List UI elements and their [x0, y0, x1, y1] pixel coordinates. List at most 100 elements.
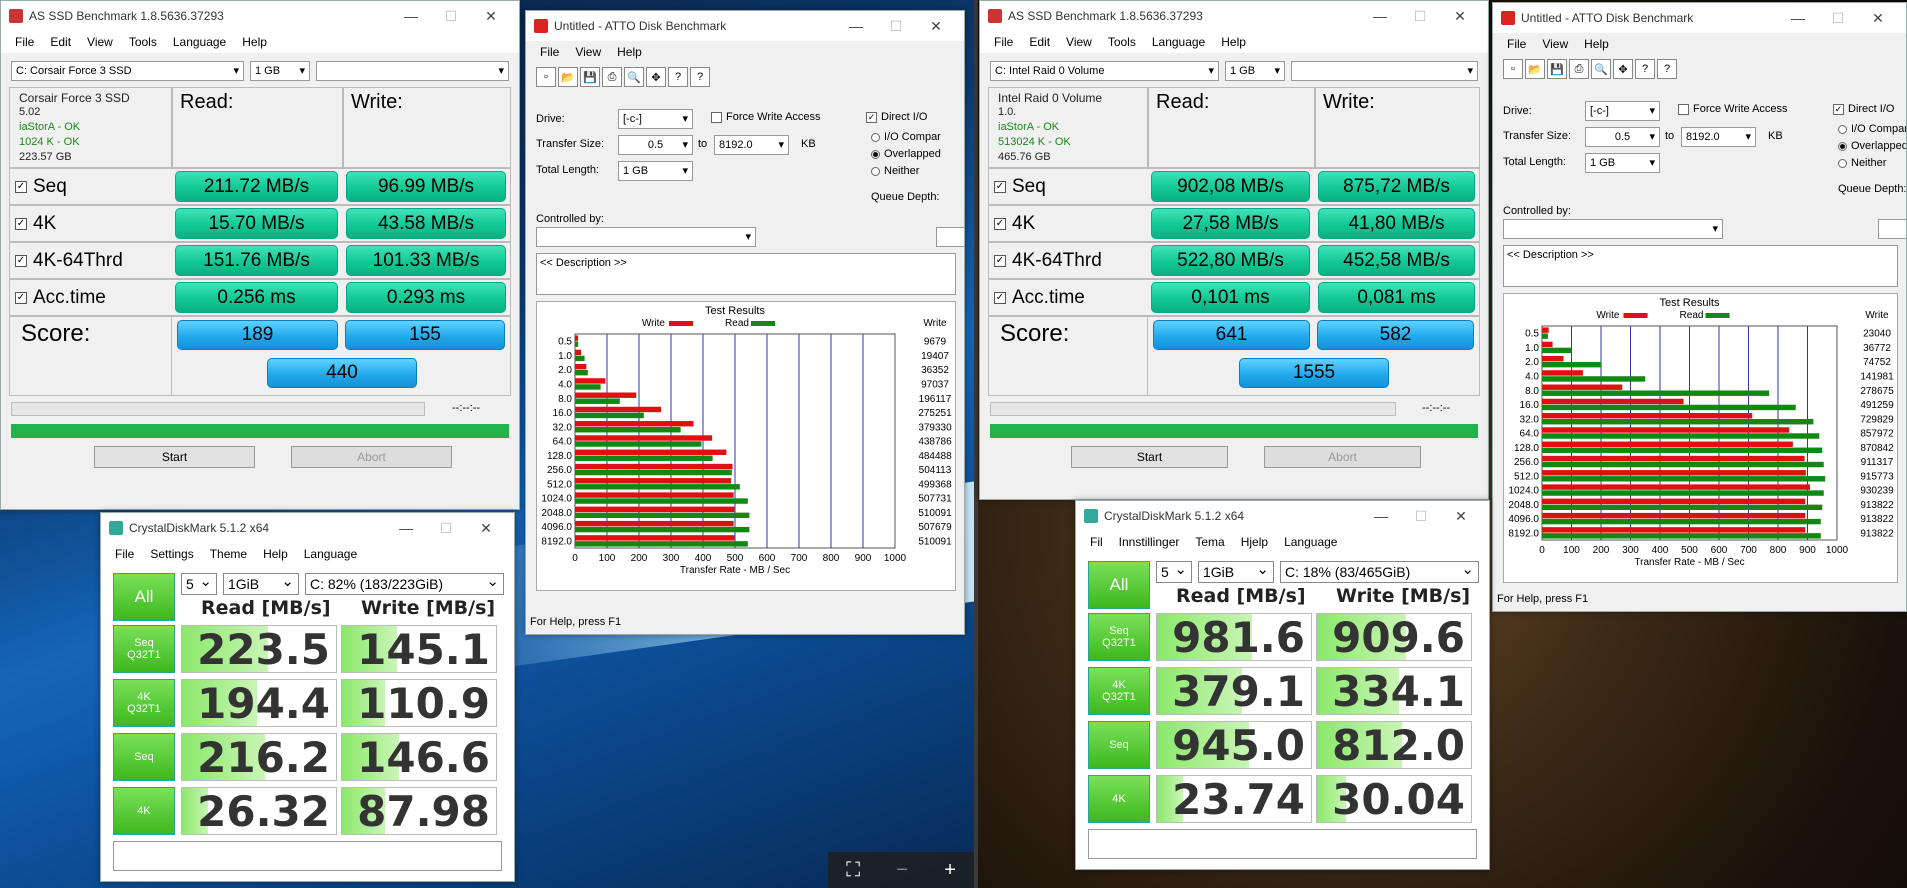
radio-icon[interactable] — [871, 132, 880, 142]
start-button[interactable]: Start — [94, 446, 255, 468]
menu-item[interactable]: Theme — [202, 547, 255, 561]
total-length-select[interactable]: 1 GB — [618, 161, 693, 181]
test-row-label[interactable]: ✓ Seq — [994, 168, 1046, 205]
minimize-icon[interactable]: — — [1360, 8, 1400, 24]
help-icon[interactable]: ? — [668, 67, 688, 87]
abort-button[interactable]: Abort — [1264, 446, 1421, 468]
menu-item[interactable]: Tools — [121, 35, 165, 49]
menu-item[interactable]: Language — [1144, 35, 1213, 49]
print-icon[interactable]: ⎙ — [1569, 59, 1589, 79]
menu-item[interactable]: Help — [234, 35, 275, 49]
move-icon[interactable]: ✥ — [1613, 59, 1633, 79]
menu-item[interactable]: Edit — [42, 35, 79, 49]
checkbox-icon[interactable]: ✓ — [994, 254, 1006, 267]
open-icon[interactable]: 📂 — [1525, 59, 1545, 79]
menu-item[interactable]: View — [567, 45, 609, 59]
checkbox-icon[interactable] — [711, 111, 722, 123]
menu-item[interactable]: Help — [609, 45, 650, 59]
preview-icon[interactable]: 🔍 — [624, 67, 644, 87]
screenshot-icon[interactable]: ⛶ — [846, 859, 860, 882]
checkbox-icon[interactable]: ✓ — [15, 180, 27, 193]
force-write-checkbox[interactable]: Force Write Access — [1678, 103, 1788, 115]
menu-item[interactable]: Tema — [1187, 535, 1232, 549]
checkbox-icon[interactable]: ✓ — [866, 111, 877, 123]
minimize-icon[interactable]: — — [386, 520, 426, 536]
menu-item[interactable]: Tools — [1100, 35, 1144, 49]
test-row-label[interactable]: ✓ 4K-64Thrd — [994, 242, 1102, 279]
menu-item[interactable]: File — [1499, 37, 1534, 51]
queue-depth-input[interactable] — [936, 227, 964, 247]
radio-icon[interactable] — [1838, 141, 1847, 151]
description-box[interactable]: << Description >> — [1503, 245, 1898, 287]
menu-item[interactable]: Help — [255, 547, 296, 561]
io-compare-radio[interactable]: I/O Compar — [871, 131, 941, 143]
save-icon[interactable]: 💾 — [1547, 59, 1567, 79]
radio-icon[interactable] — [871, 149, 880, 159]
queue-depth-input[interactable] — [1878, 219, 1906, 239]
save-icon[interactable]: 💾 — [580, 67, 600, 87]
transfer-from-select[interactable]: 0.5 — [618, 135, 693, 155]
drive-select[interactable]: C: 82% (183/223GiB) — [305, 573, 504, 595]
test-row-label[interactable]: ✓ 4K-64Thrd — [15, 242, 123, 279]
minimize-icon[interactable]: — — [1361, 508, 1401, 524]
zoom-in-icon[interactable]: + — [944, 859, 956, 882]
menu-item[interactable]: Help — [1576, 37, 1617, 51]
menu-item[interactable]: Settings — [142, 547, 201, 561]
force-write-checkbox[interactable]: Force Write Access — [711, 111, 821, 123]
context-help-icon[interactable]: ? — [1657, 59, 1677, 79]
maximize-icon[interactable]: ☐ — [1818, 10, 1858, 27]
menu-item[interactable]: Edit — [1021, 35, 1058, 49]
maximize-icon[interactable]: ☐ — [426, 520, 466, 537]
test-row-label[interactable]: ✓ Seq — [15, 168, 67, 205]
checkbox-icon[interactable]: ✓ — [15, 254, 27, 267]
size-select[interactable]: 1GiB — [1198, 561, 1274, 583]
controlled-by-select[interactable] — [1503, 219, 1723, 239]
minimize-icon[interactable]: — — [391, 8, 431, 24]
test-row-button[interactable]: 4K — [113, 787, 175, 835]
close-icon[interactable]: ✕ — [1441, 508, 1481, 525]
test-row-label[interactable]: ✓ Acc.time — [994, 279, 1085, 316]
test-row-button[interactable]: Seq — [113, 733, 175, 781]
close-icon[interactable]: ✕ — [1440, 8, 1480, 25]
new-icon[interactable]: ▫ — [536, 67, 556, 87]
menu-item[interactable]: Language — [1276, 535, 1345, 549]
size-select[interactable]: 1GiB — [223, 573, 299, 595]
size-select[interactable]: 1 GB — [250, 61, 310, 81]
menu-item[interactable]: Fil — [1082, 535, 1111, 549]
drive-select[interactable]: C: 18% (83/465GiB) — [1280, 561, 1479, 583]
radio-icon[interactable] — [871, 166, 880, 176]
checkbox-icon[interactable]: ✓ — [1833, 103, 1844, 115]
overlapped-radio[interactable]: Overlapped — [871, 148, 941, 160]
minimize-icon[interactable]: — — [1778, 10, 1818, 26]
move-icon[interactable]: ✥ — [646, 67, 666, 87]
maximize-icon[interactable]: ☐ — [1400, 8, 1440, 25]
menu-item[interactable]: Innstillinger — [1111, 535, 1188, 549]
test-row-label[interactable]: ✓ 4K — [15, 205, 56, 242]
comment-input[interactable] — [1088, 829, 1477, 859]
test-row-label[interactable]: ✓ 4K — [994, 205, 1035, 242]
close-icon[interactable]: ✕ — [466, 520, 506, 537]
test-row-button[interactable]: Seq — [1088, 721, 1150, 769]
comment-input[interactable] — [113, 841, 502, 871]
runs-select[interactable]: 5 — [1156, 561, 1192, 583]
neither-radio[interactable]: Neither — [871, 165, 919, 177]
maximize-icon[interactable]: ☐ — [431, 8, 471, 25]
start-button[interactable]: Start — [1071, 446, 1228, 468]
context-help-icon[interactable]: ? — [690, 67, 710, 87]
direct-io-checkbox[interactable]: ✓ Direct I/O — [866, 111, 927, 123]
radio-icon[interactable] — [1838, 158, 1847, 168]
total-length-select[interactable]: 1 GB — [1585, 153, 1660, 173]
direct-io-checkbox[interactable]: ✓ Direct I/O — [1833, 103, 1894, 115]
preview-icon[interactable]: 🔍 — [1591, 59, 1611, 79]
test-row-button[interactable]: Seq Q32T1 — [113, 625, 175, 673]
transfer-from-select[interactable]: 0.5 — [1585, 127, 1660, 147]
transfer-to-select[interactable]: 8192.0 — [1681, 127, 1756, 147]
all-button[interactable]: All — [113, 573, 175, 621]
extra-input[interactable] — [1291, 61, 1478, 81]
checkbox-icon[interactable]: ✓ — [994, 291, 1006, 304]
extra-input[interactable] — [316, 61, 509, 81]
all-button[interactable]: All — [1088, 561, 1150, 609]
controlled-by-select[interactable] — [536, 227, 756, 247]
close-icon[interactable]: ✕ — [916, 18, 956, 35]
close-icon[interactable]: ✕ — [471, 8, 511, 25]
